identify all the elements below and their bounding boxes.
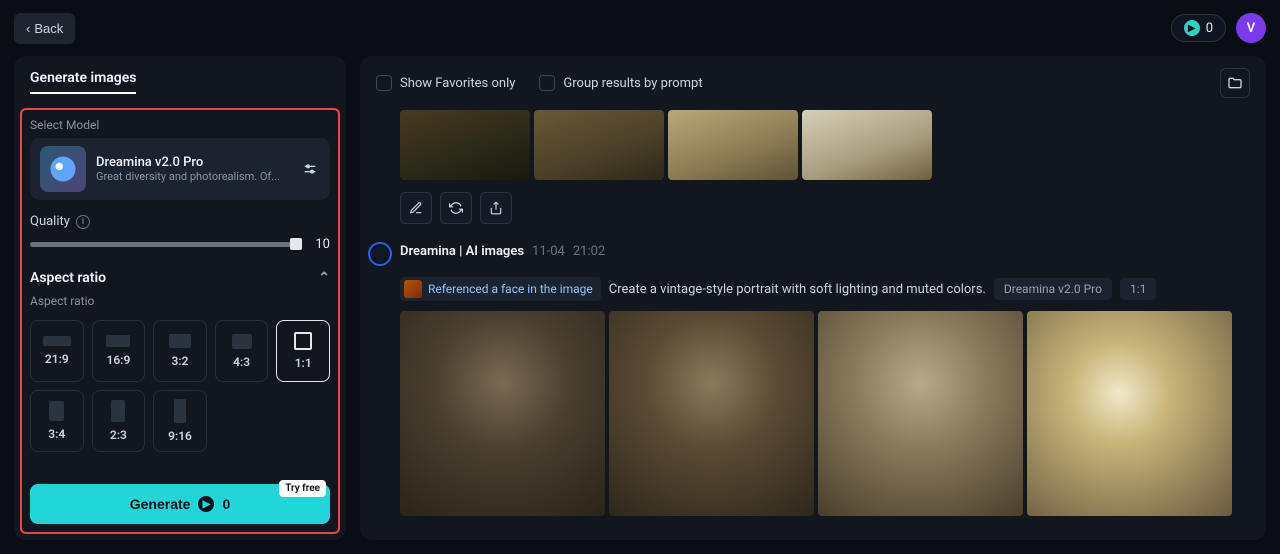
aspect-ratio-label: 9:16 [168,429,192,443]
prev-result-strip [400,110,1250,180]
aspect-shape-icon [169,334,191,348]
aspect-ratio-grid: 21:9 16:9 3:2 4:3 1:1 3:4 2:3 9:16 [30,320,330,452]
avatar-initial: V [1247,21,1255,36]
main-panel: Show Favorites only Group results by pro… [360,56,1266,540]
try-free-badge: Try free [279,480,326,497]
avatar[interactable]: V [1236,13,1266,43]
aspect-shape-icon [49,401,64,421]
model-selector[interactable]: Dreamina v2.0 Pro Great diversity and ph… [30,138,330,200]
generate-cost: 0 [222,496,230,512]
reference-chip[interactable]: Referenced a face in the image [400,277,601,301]
chevron-left-icon: ‹ [26,21,30,36]
sliders-icon[interactable] [300,159,320,179]
group-time: 21:02 [573,244,605,259]
aspect-ratio-label: 4:3 [233,355,250,369]
generated-image[interactable] [400,110,530,180]
back-label: Back [34,21,63,36]
edit-button[interactable] [400,192,432,224]
generated-image[interactable] [818,311,1023,516]
aspect-shape-icon [232,334,252,349]
result-group-header: Dreamina | AI images 11-04 21:02 Referen… [400,244,1250,301]
group-marker-icon [368,242,392,266]
aspect-ratio-option[interactable]: 1:1 [276,320,330,382]
back-button[interactable]: ‹ Back [14,13,75,44]
aspect-ratio-option[interactable]: 21:9 [30,320,84,382]
sidebar-highlighted-region: Select Model Dreamina v2.0 Pro Great div… [20,108,340,534]
aspect-ratio-label: 3:4 [48,427,65,441]
result-grid [400,311,1250,516]
sidebar: Generate images Select Model Dreamina v2… [14,56,346,540]
aspect-ratio-option[interactable]: 16:9 [92,320,146,382]
chevron-up-icon: ⌃ [318,270,330,286]
quality-value: 10 [310,237,330,252]
reference-chip-label: Referenced a face in the image [428,282,593,296]
credit-icon: ▶ [1184,20,1200,36]
group-results-label: Group results by prompt [563,76,702,91]
credits-chip[interactable]: ▶ 0 [1171,14,1226,42]
group-results-checkbox[interactable]: Group results by prompt [539,75,702,91]
credits-value: 0 [1206,21,1213,36]
aspect-shape-icon [294,332,312,350]
show-favorites-checkbox[interactable]: Show Favorites only [376,75,515,91]
ratio-tag: 1:1 [1120,278,1156,300]
select-model-label: Select Model [30,118,330,132]
aspect-ratio-label: 16:9 [106,353,130,367]
aspect-shape-icon [111,400,125,422]
prompt-text: Create a vintage-style portrait with sof… [609,282,986,297]
aspect-ratio-label: 21:9 [45,352,69,366]
slider-thumb[interactable] [290,238,302,250]
folder-button[interactable] [1220,68,1250,98]
aspect-ratio-label: 2:3 [110,428,127,442]
reference-thumb-icon [404,280,422,298]
group-date: 11-04 [532,244,565,259]
aspect-shape-icon [43,336,71,346]
quality-label: Quality [30,214,70,229]
generated-image[interactable] [802,110,932,180]
model-thumb [40,146,86,192]
model-desc: Great diversity and photorealism. Of... [96,170,290,183]
aspect-shape-icon [174,399,186,423]
generate-label: Generate [130,496,191,512]
info-icon[interactable]: i [76,215,90,229]
quality-slider[interactable] [30,242,298,247]
checkbox-box [376,75,392,91]
sidebar-title: Generate images [30,70,136,94]
share-button[interactable] [480,192,512,224]
aspect-ratio-section-toggle[interactable]: Aspect ratio ⌃ [30,270,330,286]
aspect-ratio-option[interactable]: 3:2 [153,320,207,382]
aspect-ratio-option[interactable]: 4:3 [215,320,269,382]
model-tag: Dreamina v2.0 Pro [994,278,1112,300]
model-name: Dreamina v2.0 Pro [96,155,290,170]
aspect-shape-icon [106,335,130,347]
regenerate-button[interactable] [440,192,472,224]
generated-image[interactable] [534,110,664,180]
show-favorites-label: Show Favorites only [400,76,515,91]
generated-image[interactable] [609,311,814,516]
generated-image[interactable] [1027,311,1232,516]
generated-image[interactable] [668,110,798,180]
aspect-ratio-heading: Aspect ratio [30,270,106,286]
group-title: Dreamina | AI images [400,244,524,259]
credit-icon: ▶ [198,496,214,512]
aspect-ratio-sublabel: Aspect ratio [30,294,330,308]
aspect-ratio-option[interactable]: 9:16 [153,390,207,452]
topbar-right: ▶ 0 V [1171,13,1266,43]
generated-image[interactable] [400,311,605,516]
checkbox-box [539,75,555,91]
aspect-ratio-option[interactable]: 2:3 [92,390,146,452]
aspect-ratio-label: 3:2 [172,354,189,368]
aspect-ratio-label: 1:1 [295,356,312,370]
aspect-ratio-option[interactable]: 3:4 [30,390,84,452]
